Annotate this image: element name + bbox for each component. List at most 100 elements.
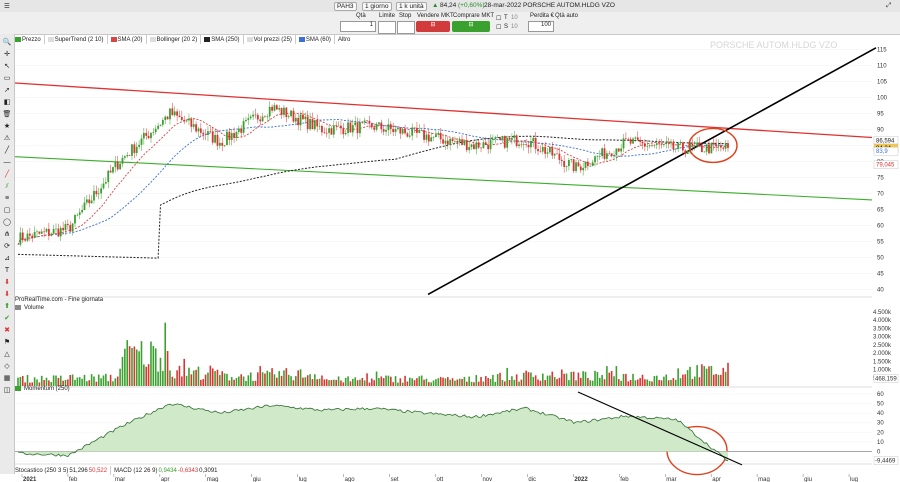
eraser-icon[interactable]: ◧	[2, 98, 12, 107]
hline-tool-icon[interactable]: ―	[2, 158, 12, 167]
grid-icon[interactable]: ▦	[2, 374, 12, 383]
ellipse-icon[interactable]: ◯	[2, 218, 12, 227]
candle-body	[494, 137, 497, 140]
price-tick-label: 40	[877, 288, 884, 294]
candle-body	[463, 140, 466, 145]
zoom-icon[interactable]: 🔍	[2, 38, 12, 47]
volume-tick-label: 500k	[873, 376, 887, 382]
arrow-icon[interactable]: ➚	[2, 86, 12, 95]
candle-body	[613, 154, 615, 157]
volume-bar	[33, 377, 36, 386]
volume-bar	[494, 381, 497, 386]
triangle-icon[interactable]: △	[2, 350, 12, 359]
x-tick-label: giu	[804, 477, 812, 482]
legend-item[interactable]: SuperTrend (2 10)	[47, 35, 108, 44]
text-icon[interactable]: T	[2, 266, 12, 275]
candle-body	[140, 138, 143, 145]
units-selector[interactable]: 1 k unità	[396, 2, 427, 11]
volume-bar	[287, 374, 290, 386]
line-tool-icon[interactable]: ╱	[2, 146, 12, 155]
timeframe-selector[interactable]: 1 giorno	[362, 2, 392, 11]
layers-icon[interactable]: ◫	[2, 386, 12, 395]
pointer-icon[interactable]: ↖	[2, 62, 12, 71]
candle-body	[36, 231, 38, 233]
legend-item[interactable]: Bollinger (20 2)	[149, 35, 202, 44]
sell-arrow-icon-2[interactable]: ⬇	[2, 290, 12, 299]
sell-mkt-button[interactable]: ⊟	[416, 21, 450, 32]
stoch-legend[interactable]: Stocastico (250 3 5) 51,296 50,522	[15, 466, 112, 475]
candle-body	[717, 145, 720, 147]
candle-body	[423, 130, 425, 140]
limit-button[interactable]	[378, 21, 396, 34]
volume-bar	[727, 362, 729, 386]
candle-body	[321, 125, 323, 133]
macd-legend[interactable]: MACD (12 26 9) 0,9434 -0,6343 0,3091	[114, 466, 220, 475]
volume-bar	[245, 380, 247, 386]
chart-canvas[interactable]: 1151101051009590858075706560555045404.50…	[0, 0, 900, 482]
checkmark-icon[interactable]: ✔	[2, 314, 12, 323]
t-checkbox[interactable]: ☐	[496, 15, 501, 22]
volume-tick-label: 4.500k	[873, 310, 892, 316]
sell-arrow-icon[interactable]: ⬇	[2, 278, 12, 287]
volume-bar	[119, 368, 121, 386]
volume-bar	[76, 377, 79, 386]
candle-body	[667, 142, 670, 144]
buy-mkt-button[interactable]: ⊟	[452, 21, 490, 32]
pitchfork-icon[interactable]: ⋔	[2, 230, 12, 239]
legend-item[interactable]: SMA (20)	[110, 35, 147, 44]
legend-item[interactable]: SMA (60)	[298, 35, 335, 44]
x-tick-label: feb	[620, 477, 629, 482]
ruler-icon[interactable]: ▭	[2, 74, 12, 83]
fibonacci-icon[interactable]: ≡	[2, 194, 12, 203]
alert-icon[interactable]: ⚠	[2, 134, 12, 143]
cycle-icon[interactable]: ⟳	[2, 242, 12, 251]
trash-icon[interactable]: 🗑	[2, 110, 12, 119]
volume-bar	[598, 377, 601, 386]
legend-more[interactable]: Altro	[338, 35, 353, 44]
candle-body	[252, 114, 254, 117]
expand-icon[interactable]: ⤢	[886, 2, 891, 10]
candle-body	[359, 122, 361, 134]
s-value[interactable]: 10	[511, 24, 518, 30]
rectangle-icon[interactable]: ▢	[2, 206, 12, 215]
volume-bar	[121, 356, 124, 386]
volume-bar	[266, 370, 269, 386]
volume-bar	[423, 379, 425, 386]
flag-icon[interactable]: ⚑	[2, 338, 12, 347]
cross-icon[interactable]: ✖	[2, 326, 12, 335]
menu-icon[interactable]: ☰	[4, 2, 10, 10]
volume-bar	[316, 379, 318, 386]
legend-item[interactable]: Prezzo	[15, 35, 45, 44]
symbol-selector[interactable]: PAH3	[334, 2, 357, 11]
volume-bar	[705, 368, 708, 386]
volume-bar	[116, 376, 119, 386]
qty-input[interactable]: 1	[340, 21, 376, 32]
volume-legend[interactable]: Volume	[15, 305, 44, 314]
candle-body	[169, 108, 171, 120]
trendline-icon[interactable]: ╱	[2, 170, 12, 179]
s-checkbox[interactable]: ☐	[496, 24, 501, 31]
candle-body	[228, 131, 231, 140]
diamond-icon[interactable]: ◇	[2, 362, 12, 371]
legend-item[interactable]: Vol prezzi (25)	[246, 35, 296, 44]
t-value[interactable]: 10	[511, 15, 518, 21]
candle-body	[724, 143, 727, 149]
channel-icon[interactable]: ⫽	[2, 182, 12, 191]
gann-icon[interactable]: ⊿	[2, 254, 12, 263]
legend-item[interactable]: SMA (250)	[204, 35, 244, 44]
momentum-tick-label: 40	[877, 411, 884, 417]
crosshair-icon[interactable]: ✛	[2, 50, 12, 59]
momentum-legend[interactable]: Momentum (250)	[15, 386, 70, 395]
sell-label: Vendere MKT	[417, 13, 454, 19]
candle-body	[71, 223, 74, 232]
buy-arrow-icon[interactable]: ⬆	[2, 302, 12, 311]
volume-bar	[644, 379, 646, 386]
star-icon[interactable]: ★	[2, 122, 12, 131]
volume-bar	[128, 346, 131, 386]
stop-button[interactable]	[397, 21, 415, 34]
perdita-input[interactable]: 100	[528, 21, 554, 32]
candle-body	[294, 117, 297, 122]
volume-bar	[302, 377, 304, 386]
volume-bar	[278, 371, 281, 386]
x-tick-label: feb	[69, 477, 78, 482]
